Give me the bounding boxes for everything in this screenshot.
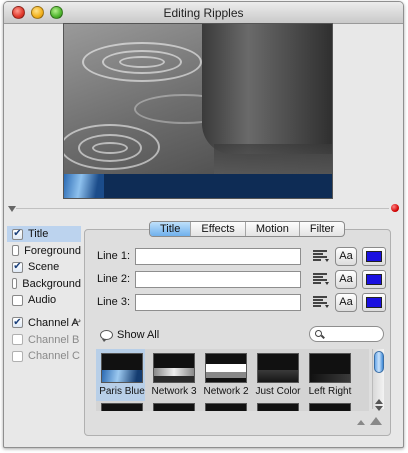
template-name: Paris Blue (99, 386, 145, 397)
template-thumbnail (309, 353, 351, 383)
tab-motion[interactable]: Motion (246, 222, 300, 236)
search-icon (315, 330, 322, 337)
template-thumbnail[interactable] (101, 403, 143, 411)
template-scrollbar[interactable] (372, 349, 384, 411)
template-network-3[interactable]: Network 3 (148, 349, 197, 401)
line-1-input[interactable] (135, 248, 301, 265)
sidebar-item-audio[interactable]: Audio (7, 292, 81, 308)
window-title: Editing Ripples (163, 6, 244, 20)
channel-c-checkbox[interactable] (12, 350, 23, 362)
line-2-font-button[interactable]: Aa (335, 270, 357, 289)
sidebar-item-scene[interactable]: ✔ Scene (7, 259, 81, 275)
template-row-next (96, 403, 369, 411)
line-3-label: Line 3: (97, 296, 131, 308)
line-3-row: Line 3: Aa (94, 293, 394, 312)
line-2-row: Line 2: Aa (94, 270, 394, 289)
align-text-icon[interactable] (313, 250, 329, 262)
line-1-font-button[interactable]: Aa (335, 247, 357, 266)
speech-bubble-icon (100, 330, 113, 342)
lower-third-highlight (64, 174, 104, 198)
template-thumbnail[interactable] (153, 403, 195, 411)
template-left-right[interactable]: Left Right (304, 349, 353, 401)
audio-checkbox[interactable] (12, 294, 23, 306)
sidebar-item-channel-c[interactable]: Channel C (7, 348, 81, 364)
scroll-down-arrow-icon[interactable] (375, 406, 383, 411)
background-checkbox[interactable] (12, 278, 18, 290)
line-3-font-button[interactable]: Aa (335, 293, 357, 312)
title-bar: Editing Ripples (4, 2, 403, 24)
template-name: Network 3 (151, 386, 197, 397)
sidebar-item-title[interactable]: ✔ Title (7, 226, 81, 242)
sidebar-item-background[interactable]: Background (7, 276, 81, 292)
template-thumbnail (153, 353, 195, 383)
title-checkbox[interactable]: ✔ (12, 228, 23, 240)
template-thumbnail[interactable] (257, 403, 299, 411)
line-1-label: Line 1: (97, 250, 131, 262)
sidebar-item-channel-a[interactable]: ✔ Channel A ↩ (7, 315, 81, 331)
sidebar-item-label: Title (28, 228, 49, 240)
editor-window: Editing Ripples ✔ Title Foreground ✔ Sce… (3, 1, 404, 448)
channel-a-checkbox[interactable]: ✔ (12, 317, 23, 329)
tab-effects[interactable]: Effects (191, 222, 246, 236)
large-mountain-icon[interactable] (370, 417, 382, 425)
small-mountain-icon[interactable] (357, 420, 365, 425)
stone-pillar-image (202, 24, 332, 154)
split-divider[interactable] (4, 202, 403, 214)
sidebar-item-label: Channel B (28, 333, 80, 346)
sidebar-item-foreground[interactable]: Foreground (7, 243, 81, 259)
ripple-ring (92, 142, 128, 154)
sidebar-item-label: Channel A (28, 316, 79, 329)
line-3-color-well[interactable] (362, 293, 386, 312)
tab-filter[interactable]: Filter (300, 222, 344, 236)
template-thumbnail (205, 353, 247, 383)
color-swatch (366, 297, 382, 308)
line-1-color-well[interactable] (362, 247, 386, 266)
template-name: Network 2 (203, 386, 249, 397)
foreground-checkbox[interactable] (12, 245, 20, 257)
disclosure-triangle-icon[interactable] (8, 206, 16, 212)
template-browser: Paris Blue Network 3 Network 2 Just Colo… (96, 349, 369, 411)
show-all-toggle[interactable]: Show All (100, 329, 160, 342)
scroll-up-arrow-icon[interactable] (375, 399, 383, 404)
sidebar-item-label: Background (22, 277, 81, 290)
template-just-color[interactable]: Just Color (252, 349, 301, 401)
template-thumbnail (257, 353, 299, 383)
color-swatch (366, 251, 382, 262)
color-swatch (366, 274, 382, 285)
sidebar-item-label: Scene (28, 261, 60, 274)
template-paris-blue[interactable]: Paris Blue (96, 349, 145, 401)
sidebar-item-channel-b[interactable]: Channel B (7, 332, 81, 348)
segmented-tabs: Title Effects Motion Filter (149, 221, 346, 237)
template-network-2[interactable]: Network 2 (200, 349, 249, 401)
red-status-dot-icon (391, 204, 399, 212)
channel-b-checkbox[interactable] (12, 334, 23, 346)
ripple-ring (119, 56, 165, 68)
tab-bar: Title Effects Motion Filter (149, 221, 346, 237)
scene-checkbox[interactable]: ✔ (12, 261, 23, 273)
pillar-reflection (214, 144, 332, 174)
line-2-label: Line 2: (97, 273, 131, 285)
sidebar-item-label: Channel C (28, 350, 80, 363)
title-lower-third (64, 174, 332, 198)
template-thumbnail[interactable] (309, 403, 351, 411)
tab-title[interactable]: Title (150, 222, 192, 236)
show-all-label: Show All (117, 329, 160, 341)
channel-link-arrow-icon: ↩ (72, 316, 81, 328)
line-3-input[interactable] (135, 294, 301, 311)
template-thumbnail[interactable] (205, 403, 247, 411)
align-text-icon[interactable] (313, 296, 329, 308)
sidebar-item-label: Foreground (24, 244, 81, 257)
sidebar-item-label: Audio (28, 294, 57, 307)
template-thumbnail (101, 353, 143, 383)
scrollbar-thumb[interactable] (374, 351, 384, 373)
divider-line (16, 208, 389, 209)
align-text-icon[interactable] (313, 273, 329, 285)
layer-sidebar: ✔ Title Foreground ✔ Scene Background Au… (7, 226, 81, 365)
line-1-row: Line 1: Aa (94, 247, 394, 266)
template-name: Left Right (308, 386, 352, 397)
template-name: Just Color (255, 386, 301, 397)
line-2-color-well[interactable] (362, 270, 386, 289)
video-preview (63, 23, 333, 199)
line-2-input[interactable] (135, 271, 301, 288)
